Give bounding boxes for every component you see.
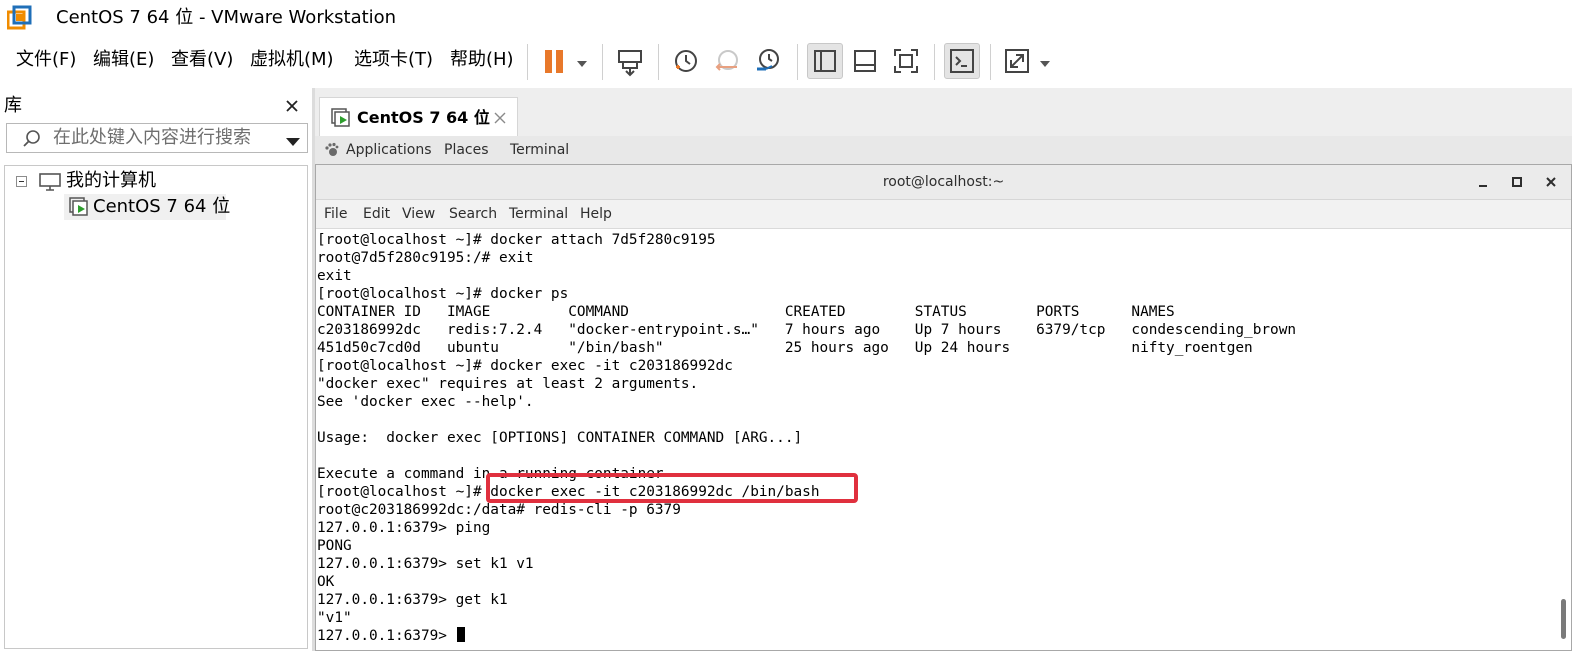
library-tree: 我的计算机 CentOS 7 64 位 <box>4 165 308 649</box>
tab-label: CentOS 7 64 位 <box>357 108 490 127</box>
scrollbar-thumb[interactable] <box>1561 599 1566 639</box>
close-icon[interactable] <box>282 96 302 116</box>
tree-item-label: CentOS 7 64 位 <box>93 196 231 217</box>
terminal-line: exit <box>317 268 352 284</box>
terminal-line: c203186992dc redis:7.2.4 "docker-entrypo… <box>317 322 1297 338</box>
toolbar-separator <box>934 44 935 80</box>
guest-screen[interactable]: Applications Places Terminal root@localh… <box>315 136 1572 651</box>
vmware-logo-icon <box>6 5 33 31</box>
terminal-line: "docker exec" requires at least 2 argume… <box>317 376 699 392</box>
search-placeholder: 在此处键入内容进行搜索 <box>53 127 251 148</box>
stretch-guest-icon[interactable] <box>1001 45 1033 77</box>
terminal-line: [root@localhost ~]# docker ps <box>317 286 569 302</box>
terminal-line: 127.0.0.1:6379> get k1 <box>317 592 508 608</box>
terminal-menu-search[interactable]: Search <box>449 205 497 223</box>
computer-icon <box>38 172 62 192</box>
snapshot-manager-icon[interactable] <box>752 45 784 77</box>
library-title: 库 <box>4 95 22 116</box>
menu-vm[interactable]: 虚拟机(M) <box>250 48 334 72</box>
search-icon <box>21 128 43 150</box>
terminal-prompt: 127.0.0.1:6379> <box>317 628 456 644</box>
library-panel: 库 在此处键入内容进行搜索 我的计算机 CentOS 7 64 位 <box>0 88 312 651</box>
close-tab-icon[interactable] <box>492 110 508 126</box>
gnome-top-bar: Applications Places Terminal <box>315 136 1572 164</box>
terminal-menu-help[interactable]: Help <box>580 205 612 223</box>
toolbar-separator <box>990 44 991 80</box>
toolbar-separator <box>658 44 659 80</box>
highlight-annotation <box>486 473 858 503</box>
vm-running-icon <box>68 196 90 218</box>
stretch-menu-chevron-down-icon[interactable] <box>1038 55 1052 67</box>
gnome-foot-icon <box>323 142 339 158</box>
close-icon[interactable] <box>1542 173 1560 191</box>
library-search-input[interactable]: 在此处键入内容进行搜索 <box>6 123 308 153</box>
maximize-icon[interactable] <box>1508 173 1526 191</box>
gnome-menu-applications[interactable]: Applications <box>346 140 432 160</box>
terminal-menubar: File Edit View Search Terminal Help <box>316 200 1571 229</box>
menu-file[interactable]: 文件(F) <box>16 48 76 72</box>
minimize-icon[interactable] <box>1474 173 1492 191</box>
send-ctrl-alt-del-icon[interactable] <box>614 45 646 77</box>
terminal-prompt-line: 127.0.0.1:6379> <box>317 627 465 645</box>
terminal-line: PONG <box>317 538 352 554</box>
search-options-chevron-down-icon[interactable] <box>285 133 301 146</box>
terminal-line: OK <box>317 574 335 590</box>
terminal-titlebar: root@localhost:~ <box>316 165 1571 200</box>
tab-centos-vm[interactable]: CentOS 7 64 位 <box>319 97 518 136</box>
gnome-menu-terminal[interactable]: Terminal <box>510 140 569 160</box>
menu-toolbar: 文件(F) 编辑(E) 查看(V) 虚拟机(M) 选项卡(T) 帮助(H) <box>0 36 1572 86</box>
terminal-output[interactable]: [root@localhost ~]# docker attach 7d5f28… <box>316 229 1557 650</box>
console-view-icon[interactable] <box>944 43 980 79</box>
terminal-line: [root@localhost ~]# docker attach 7d5f28… <box>317 232 716 248</box>
terminal-line: See 'docker exec --help'. <box>317 394 534 410</box>
gnome-menu-places[interactable]: Places <box>444 140 489 160</box>
vm-running-icon <box>330 107 352 129</box>
menu-edit[interactable]: 编辑(E) <box>93 48 154 72</box>
menu-help[interactable]: 帮助(H) <box>450 48 514 72</box>
terminal-line: CONTAINER ID IMAGE COMMAND CREATED STATU… <box>317 304 1175 320</box>
terminal-line: root@7d5f280c9195:/# exit <box>317 250 534 266</box>
pause-menu-chevron-down-icon[interactable] <box>575 55 589 67</box>
thumbnail-bar-icon[interactable] <box>849 45 881 77</box>
terminal-window: root@localhost:~ File Edit View Search T… <box>315 164 1572 651</box>
fullscreen-icon[interactable] <box>890 45 922 77</box>
terminal-scrollbar[interactable] <box>1557 229 1571 650</box>
terminal-line: root@c203186992dc:/data# redis-cli -p 63… <box>317 502 681 518</box>
toolbar-separator <box>797 44 798 80</box>
toolbar-separator <box>602 44 603 80</box>
revert-snapshot-icon[interactable] <box>711 45 743 77</box>
menu-tabs[interactable]: 选项卡(T) <box>354 48 433 72</box>
snapshot-icon[interactable] <box>670 45 702 77</box>
toolbar-separator <box>527 44 528 80</box>
library-header: 库 <box>0 88 312 122</box>
show-library-icon[interactable] <box>807 43 843 79</box>
window-title: CentOS 7 64 位 - VMware Workstation <box>56 7 397 28</box>
vm-area: CentOS 7 64 位 Applications Places Termin… <box>315 88 1572 651</box>
tree-collapse-toggle[interactable] <box>16 176 27 187</box>
terminal-menu-file[interactable]: File <box>324 205 347 223</box>
title-bar: CentOS 7 64 位 - VMware Workstation <box>0 0 1572 36</box>
terminal-menu-terminal[interactable]: Terminal <box>509 205 568 223</box>
menu-view[interactable]: 查看(V) <box>171 48 233 72</box>
tree-item-centos-vm[interactable]: CentOS 7 64 位 <box>64 194 230 220</box>
terminal-line: "v1" <box>317 610 352 626</box>
terminal-menu-view[interactable]: View <box>402 205 435 223</box>
terminal-title: root@localhost:~ <box>882 174 1005 190</box>
terminal-line: 451d50c7cd0d ubuntu "/bin/bash" 25 hours… <box>317 340 1253 356</box>
pause-icon[interactable] <box>539 45 571 77</box>
terminal-menu-edit[interactable]: Edit <box>363 205 390 223</box>
tree-item-my-computer[interactable]: 我的计算机 <box>66 170 156 192</box>
terminal-line: 127.0.0.1:6379> ping <box>317 520 491 536</box>
terminal-line: Usage: docker exec [OPTIONS] CONTAINER C… <box>317 430 803 446</box>
terminal-line: 127.0.0.1:6379> set k1 v1 <box>317 556 534 572</box>
terminal-line: [root@localhost ~]# docker exec -it c203… <box>317 358 733 374</box>
text-cursor <box>456 627 465 642</box>
